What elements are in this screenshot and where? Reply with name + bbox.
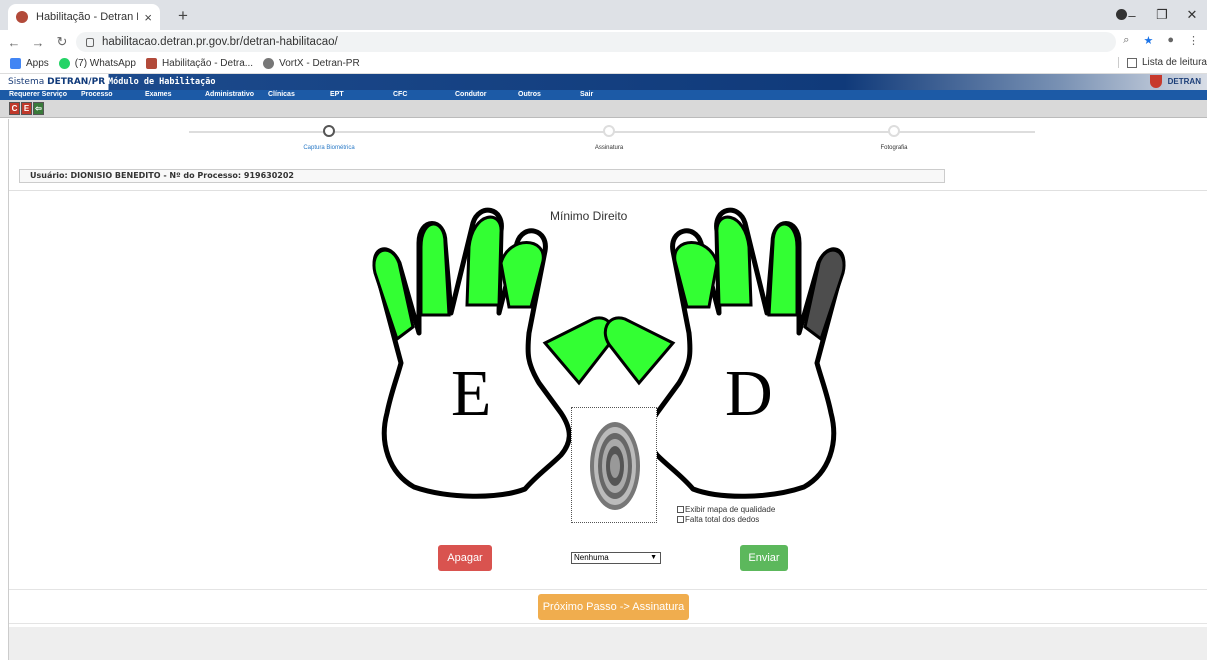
tab-title: Habilitação - Detran PR (36, 11, 138, 23)
back-icon[interactable]: ← (4, 35, 24, 50)
next-step-button[interactable]: Próximo Passo -> Assinatura (538, 594, 689, 620)
profile-icon[interactable]: ● (1167, 34, 1174, 47)
module-title: Módulo de Habilitação (108, 77, 216, 87)
bookmark-label: VortX - Detran-PR (279, 58, 360, 69)
missing-fingers-checkbox[interactable]: Falta total dos dedos (677, 514, 775, 524)
minimize-icon[interactable]: – (1117, 8, 1147, 23)
quality-map-checkbox[interactable]: Exibir mapa de qualidade (677, 504, 775, 514)
toolbar-icons: C E ⇦ (0, 100, 1207, 118)
bookmark-vortx[interactable]: VortX - Detran-PR (263, 58, 360, 69)
menu-item[interactable]: Sair (580, 90, 593, 100)
url-input[interactable]: habilitacao.detran.pr.gov.br/detran-habi… (76, 32, 1116, 52)
bookmark-label: (7) WhatsApp (74, 58, 136, 69)
bookmark-star-icon[interactable]: ★ (1143, 34, 1153, 47)
zoom-icon[interactable]: ⌕ (1123, 34, 1129, 47)
left-little-finger[interactable] (372, 248, 415, 342)
url-text: habilitacao.detran.pr.gov.br/detran-habi… (102, 36, 338, 48)
tab-bar: Habilitação - Detran PR × + – ❐ ✕ (0, 0, 1207, 30)
send-button[interactable]: Enviar (740, 545, 788, 571)
menu-item[interactable]: CFC (393, 90, 407, 100)
exception-select[interactable]: Nenhuma ▼ (571, 552, 661, 564)
menu-item[interactable]: Exames (145, 90, 171, 100)
wizard-step-biometric (323, 125, 335, 137)
left-hand-letter: E (451, 357, 491, 430)
detran-favicon-icon (16, 11, 28, 23)
system-header: Sistema DETRAN/PR Módulo de Habilitação … (0, 74, 1207, 90)
right-little-finger-selected[interactable] (803, 248, 846, 342)
right-middle-finger[interactable] (715, 215, 753, 307)
window-controls: – ❐ ✕ (1117, 0, 1207, 30)
menu-item[interactable]: Processo (81, 90, 113, 100)
checkbox-box[interactable] (677, 515, 684, 523)
menu-item[interactable]: Administrativo (205, 90, 254, 100)
wizard-step-photo (888, 125, 900, 137)
checkbox-label: Falta total dos dedos (685, 514, 760, 524)
browser-tab[interactable]: Habilitação - Detran PR × (8, 4, 160, 30)
reload-icon[interactable]: ↻ (52, 34, 72, 50)
checkbox-box[interactable] (677, 505, 684, 513)
bookmarks-bar: Apps (7) WhatsApp Habilitação - Detra...… (0, 54, 1207, 74)
bookmark-label: Apps (26, 58, 49, 69)
page-footer (9, 627, 1207, 660)
bookmark-habilitacao[interactable]: Habilitação - Detra... (145, 58, 254, 69)
reading-list-label: Lista de leitura (1141, 57, 1207, 68)
address-bar: ← → ↻ habilitacao.detran.pr.gov.br/detra… (0, 30, 1207, 54)
menu-item[interactable]: Clínicas (268, 90, 295, 100)
wizard-label-biometric: Captura Biométrica (303, 145, 355, 151)
menu-item[interactable]: EPT (330, 90, 344, 100)
forward-icon[interactable]: → (28, 35, 48, 50)
close-window-icon[interactable]: ✕ (1177, 7, 1207, 23)
menu-kebab-icon[interactable]: ⋮ (1188, 34, 1199, 47)
lock-icon (86, 37, 94, 47)
header-logos: DETRAN (1149, 75, 1201, 88)
bookmark-whatsapp[interactable]: (7) WhatsApp (58, 58, 136, 69)
right-thumb-finger[interactable] (603, 316, 676, 386)
right-ring-finger[interactable] (767, 222, 799, 317)
divider (9, 589, 1207, 590)
right-hand-letter: D (725, 357, 773, 430)
capture-options: Exibir mapa de qualidade Falta total dos… (677, 504, 775, 524)
wizard-label-signature: Assinatura (594, 145, 624, 151)
menu-item[interactable]: Outros (518, 90, 541, 100)
restore-icon[interactable]: ❐ (1147, 7, 1177, 23)
detran-logo: DETRAN (1167, 77, 1201, 86)
checkbox-label: Exibir mapa de qualidade (685, 504, 776, 514)
close-tab-icon[interactable]: × (144, 10, 152, 25)
left-middle-finger[interactable] (465, 215, 503, 307)
system-title: Sistema DETRAN/PR (8, 77, 105, 87)
parana-seal-icon (1149, 75, 1162, 88)
left-thumb-finger[interactable] (542, 316, 615, 386)
bookmark-apps[interactable]: Apps (10, 58, 49, 69)
fingerprint-preview (571, 407, 657, 523)
chevron-down-icon: ▼ (650, 554, 657, 561)
fingerprint-image (590, 422, 640, 510)
divider (9, 623, 1207, 624)
omnibox-actions: ⌕ ★ ● ⋮ (1123, 34, 1199, 47)
system-name: DETRAN/PR (47, 77, 106, 87)
system-prefix: Sistema (8, 77, 48, 87)
menu-item[interactable]: Condutor (455, 90, 487, 100)
bookmark-label: Habilitação - Detra... (161, 58, 254, 69)
whatsapp-icon (58, 58, 70, 69)
user-process-bar: Usuário: DIONISIO BENEDITO - Nº do Proce… (19, 169, 945, 183)
apps-grid-icon (10, 58, 21, 69)
left-ring-finger[interactable] (419, 222, 451, 317)
toolbar-icon-e[interactable]: E (21, 102, 32, 115)
toolbar-icon-c[interactable]: C (9, 102, 20, 115)
browser-window: Habilitação - Detran PR × + – ❐ ✕ ← → ↻ … (0, 0, 1207, 660)
main-menu: Requerer Serviço Processo Exames Adminis… (0, 90, 1207, 100)
page-content: Captura Biométrica Assinatura Fotografia… (8, 119, 1207, 660)
wizard-step-signature (603, 125, 615, 137)
divider (9, 190, 1207, 191)
detran-favicon-icon (145, 58, 157, 69)
new-tab-button[interactable]: + (178, 6, 188, 26)
globe-icon (263, 58, 275, 69)
reading-list-icon (1126, 57, 1137, 68)
delete-button[interactable]: Apagar (438, 545, 492, 571)
toolbar-exit-icon[interactable]: ⇦ (33, 102, 44, 115)
select-value: Nenhuma (574, 553, 609, 562)
wizard-label-photo: Fotografia (880, 145, 908, 151)
menu-item[interactable]: Requerer Serviço (9, 90, 67, 100)
reading-list-button[interactable]: Lista de leitura (1117, 57, 1207, 68)
